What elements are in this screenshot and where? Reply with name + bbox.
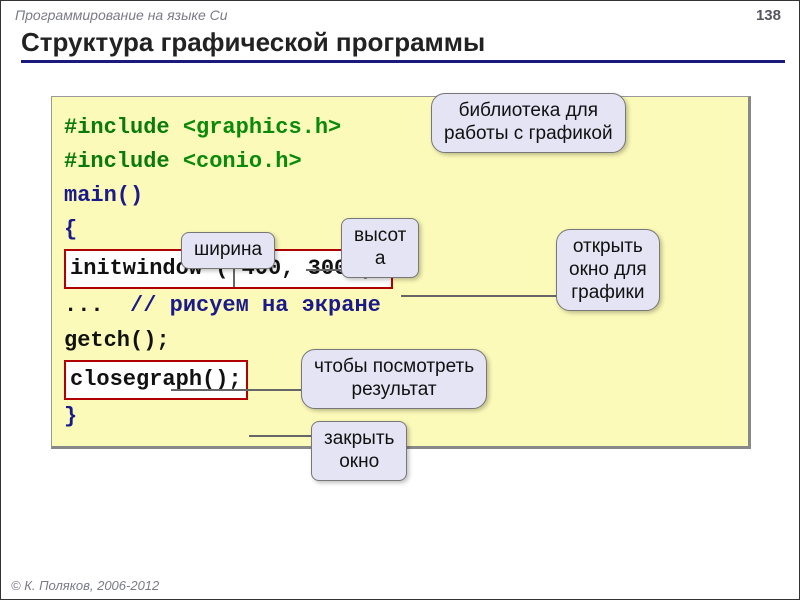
callout-result: чтобы посмотреть результат [301, 349, 487, 409]
code-include2-kw: #include [64, 149, 183, 174]
conn-height [306, 269, 346, 271]
conn-result [171, 389, 306, 391]
callout-height: высот а [341, 218, 419, 278]
footer-copyright: © К. Поляков, 2006-2012 [11, 578, 159, 593]
code-comment: // рисуем на экране [130, 293, 381, 318]
conn-close [249, 435, 311, 437]
code-include1-kw: #include [64, 115, 183, 140]
callout-close: закрыть окно [311, 421, 407, 481]
slide-title: Структура графической программы [21, 27, 785, 63]
code-include1-hdr: <graphics.h> [183, 115, 341, 140]
callout-open: открыть окно для графики [556, 229, 660, 311]
conn-open [401, 295, 556, 297]
callout-library: библиотека для работы с графикой [431, 93, 626, 153]
page-number: 138 [756, 7, 781, 24]
code-main: main() [64, 179, 736, 213]
code-closegraph: closegraph(); [64, 360, 248, 400]
callout-width: ширина [181, 232, 275, 269]
code-include2-hdr: <conio.h> [183, 149, 302, 174]
doc-title: Программирование на языке Си [15, 7, 785, 23]
code-ellipsis: ... [64, 293, 130, 318]
